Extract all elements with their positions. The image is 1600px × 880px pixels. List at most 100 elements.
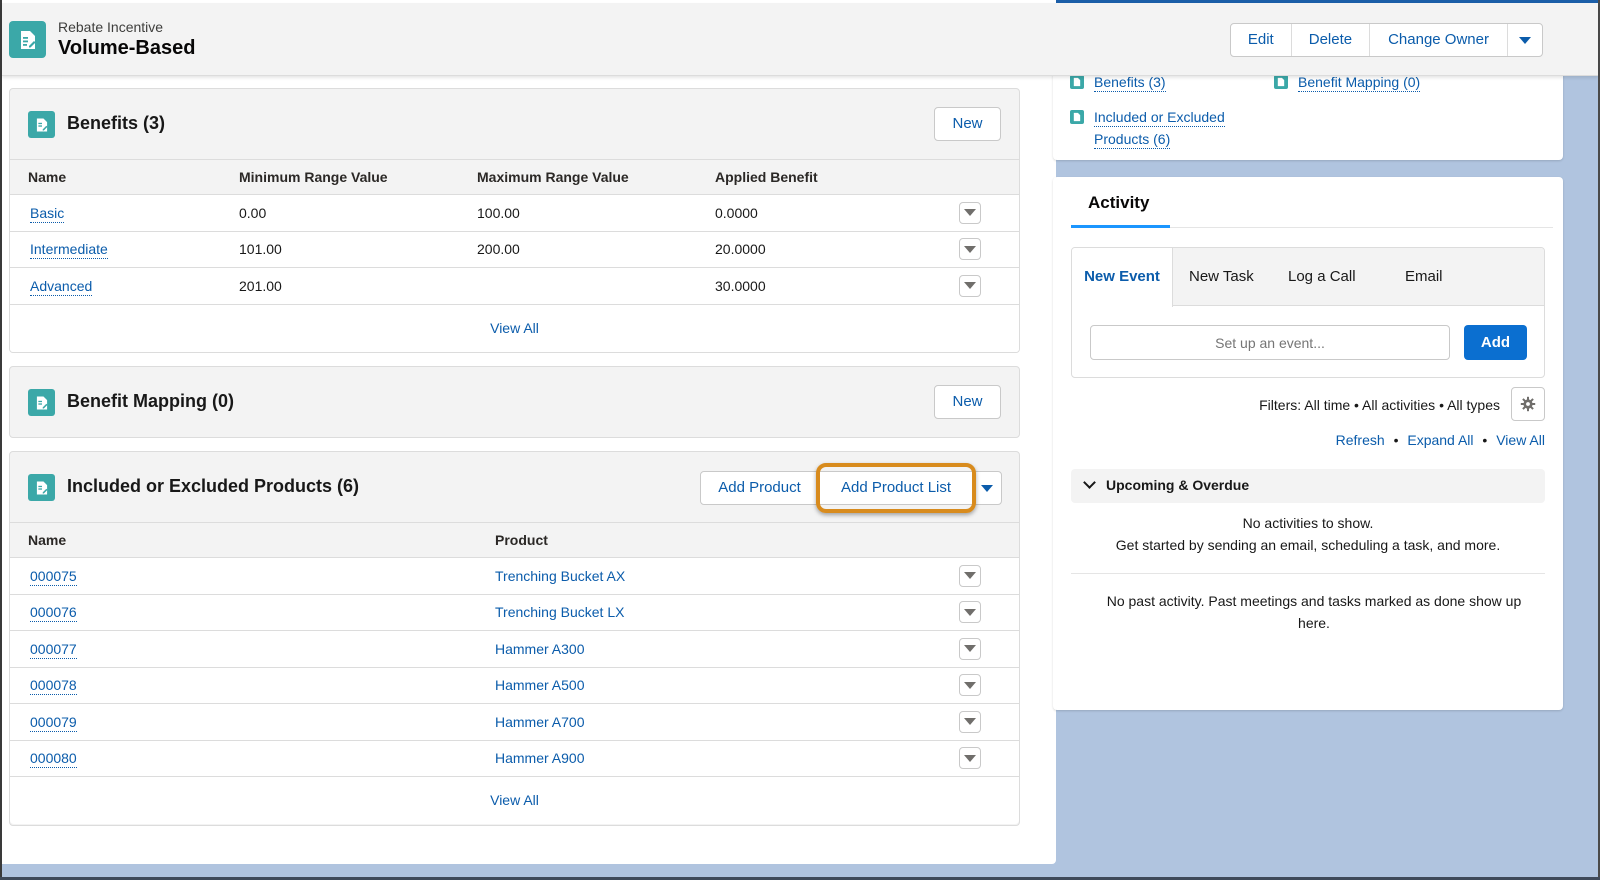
- benefits-new-button[interactable]: New: [934, 107, 1001, 141]
- products-view-all-link[interactable]: View All: [490, 792, 539, 808]
- object-type-label: Rebate Incentive: [58, 19, 164, 35]
- no-past-activity-message: No past activity. Past meetings and task…: [1075, 590, 1553, 634]
- view-all-link[interactable]: View All: [1496, 432, 1545, 448]
- product-link[interactable]: Hammer A300: [495, 641, 584, 657]
- record-header: Rebate Incentive Volume-Based Edit Delet…: [2, 3, 1598, 76]
- upcoming-overdue-label: Upcoming & Overdue: [1106, 477, 1250, 493]
- table-row: 000078 Hammer A500: [10, 667, 1019, 704]
- chevron-down-icon: [981, 484, 993, 492]
- table-row: Advanced 201.00 30.0000: [10, 267, 1019, 305]
- row-actions-button[interactable]: [959, 747, 981, 770]
- table-row: 000079 Hammer A700: [10, 703, 1019, 740]
- quick-link-benefits-label[interactable]: Benefits (3): [1094, 74, 1166, 92]
- product-link[interactable]: Hammer A700: [495, 714, 584, 730]
- chevron-down-icon: [1519, 36, 1531, 44]
- max-range-cell: [477, 268, 715, 305]
- table-row: Intermediate 101.00 200.00 20.0000: [10, 231, 1019, 268]
- benefits-view-all-link[interactable]: View All: [490, 320, 539, 336]
- table-row: Basic 0.00 100.00 0.0000: [10, 194, 1019, 231]
- benefit-name-link[interactable]: Intermediate: [30, 241, 108, 260]
- benefits-doc-icon: [1070, 75, 1084, 89]
- products-table: Name Product 000075 Trenching Bucket AX …: [10, 522, 1019, 777]
- products-more-actions-button[interactable]: [972, 472, 1001, 504]
- quick-link-products-label-line2[interactable]: Products (6): [1094, 131, 1171, 149]
- row-actions-button[interactable]: [959, 637, 981, 660]
- more-actions-button[interactable]: [1508, 24, 1542, 56]
- upcoming-overdue-section-toggle[interactable]: Upcoming & Overdue: [1071, 469, 1545, 503]
- chevron-down-icon: [964, 572, 976, 580]
- link-separator: •: [1482, 432, 1488, 448]
- min-range-cell: 101.00: [239, 241, 282, 258]
- expand-all-link[interactable]: Expand All: [1407, 432, 1473, 448]
- highlight-callout: [816, 463, 976, 513]
- activity-tab[interactable]: Activity: [1088, 193, 1149, 213]
- event-subject-input[interactable]: [1090, 325, 1450, 360]
- column-header-name[interactable]: Name: [10, 523, 495, 558]
- tab-new-event[interactable]: New Event: [1072, 248, 1173, 307]
- row-actions-button[interactable]: [959, 710, 981, 733]
- activity-card: Activity New Event New Task Log a Call E…: [1053, 177, 1563, 710]
- product-record-link[interactable]: 000078: [30, 677, 77, 696]
- row-actions-button[interactable]: [959, 201, 981, 224]
- column-header-min-range[interactable]: Minimum Range Value: [239, 160, 477, 195]
- product-record-link[interactable]: 000075: [30, 567, 77, 586]
- tab-new-task[interactable]: New Task: [1189, 248, 1254, 306]
- change-owner-button[interactable]: Change Owner: [1370, 24, 1508, 56]
- filter-settings-button[interactable]: [1511, 387, 1545, 421]
- refresh-link[interactable]: Refresh: [1336, 432, 1385, 448]
- column-header-product[interactable]: Product: [495, 523, 959, 558]
- min-range-cell: 0.00: [239, 204, 267, 221]
- quick-link-products[interactable]: Included or Excluded Products (6): [1094, 106, 1225, 150]
- chevron-down-icon: [964, 754, 976, 762]
- row-actions-button[interactable]: [959, 238, 981, 261]
- tab-log-a-call[interactable]: Log a Call: [1288, 248, 1356, 306]
- table-row: 000076 Trenching Bucket LX: [10, 594, 1019, 631]
- max-range-cell: 100.00: [477, 204, 520, 221]
- add-product-button[interactable]: Add Product: [701, 472, 819, 504]
- tab-email[interactable]: Email: [1405, 248, 1443, 306]
- chevron-down-icon: [964, 718, 976, 726]
- min-range-cell: 201.00: [239, 277, 282, 294]
- gear-icon: [1520, 396, 1536, 412]
- activity-divider: [1071, 573, 1545, 574]
- add-event-button[interactable]: Add: [1464, 325, 1527, 360]
- activity-tab-indicator: [1071, 225, 1170, 228]
- chevron-down-icon: [964, 645, 976, 653]
- benefit-name-link[interactable]: Advanced: [30, 277, 93, 296]
- no-past-activity-line1: No past activity. Past meetings and task…: [1106, 593, 1522, 609]
- benefits-card: Benefits (3) New Name Minimum Range Valu…: [9, 88, 1020, 353]
- chevron-down-icon: [964, 209, 976, 217]
- product-link[interactable]: Hammer A900: [495, 750, 584, 766]
- product-record-link[interactable]: 000077: [30, 640, 77, 659]
- product-link[interactable]: Trenching Bucket LX: [495, 604, 624, 620]
- edit-button[interactable]: Edit: [1231, 24, 1292, 56]
- delete-button[interactable]: Delete: [1292, 24, 1371, 56]
- applied-benefit-cell: 0.0000: [715, 204, 758, 221]
- quick-link-products-label-line1[interactable]: Included or Excluded: [1094, 109, 1225, 127]
- benefits-view-all: View All: [10, 304, 1019, 352]
- product-link[interactable]: Trenching Bucket AX: [495, 568, 625, 584]
- product-link[interactable]: Hammer A500: [495, 677, 584, 693]
- column-header-applied-benefit[interactable]: Applied Benefit: [715, 160, 959, 195]
- product-record-link[interactable]: 000079: [30, 713, 77, 732]
- record-actions: Edit Delete Change Owner: [1229, 23, 1543, 57]
- benefits-title: Benefits (3): [67, 113, 166, 133]
- activity-filters-text: Filters: All time • All activities • All…: [1259, 397, 1500, 413]
- row-actions-button[interactable]: [959, 564, 981, 587]
- product-record-link[interactable]: 000080: [30, 750, 77, 769]
- row-actions-button[interactable]: [959, 674, 981, 697]
- benefit-mapping-card: Benefit Mapping (0) New: [9, 366, 1020, 438]
- benefits-card-header: Benefits (3) New: [10, 89, 1019, 159]
- quick-link-benefit-mapping-label[interactable]: Benefit Mapping (0): [1298, 74, 1421, 92]
- chevron-down-icon: [964, 282, 976, 290]
- row-actions-button[interactable]: [959, 274, 981, 297]
- column-header-max-range[interactable]: Maximum Range Value: [477, 160, 715, 195]
- product-record-link[interactable]: 000076: [30, 604, 77, 623]
- column-header-name[interactable]: Name: [10, 160, 239, 195]
- no-activities-line2: Get started by sending an email, schedul…: [1115, 537, 1501, 553]
- record-title: Volume-Based: [58, 37, 196, 59]
- link-separator: •: [1393, 432, 1399, 448]
- benefit-name-link[interactable]: Basic: [30, 204, 65, 223]
- row-actions-button[interactable]: [959, 601, 981, 624]
- benefit-mapping-new-button[interactable]: New: [934, 385, 1001, 419]
